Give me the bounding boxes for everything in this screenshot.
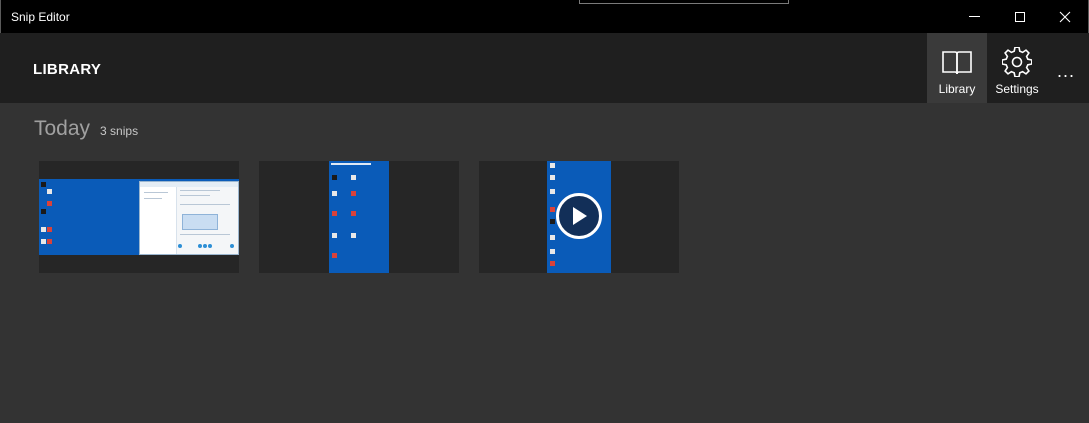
chat-window-preview — [139, 181, 239, 255]
close-button[interactable] — [1042, 0, 1087, 33]
maximize-icon — [1014, 11, 1025, 22]
more-icon: ... — [1056, 60, 1075, 81]
play-icon — [573, 207, 587, 225]
title-bar: Snip Editor — [0, 0, 1089, 33]
minimize-button[interactable] — [952, 0, 997, 33]
section-header: Today 3 snips — [34, 117, 138, 141]
play-button[interactable] — [556, 193, 602, 239]
minimize-icon — [969, 16, 980, 17]
nav-settings-button[interactable]: Settings — [987, 33, 1047, 103]
close-icon — [1059, 11, 1070, 22]
app-header: LIBRARY Library Settings ... — [0, 33, 1089, 103]
nav-library-label: Library — [938, 82, 976, 96]
window-title: Snip Editor — [11, 10, 70, 24]
gear-icon — [1002, 46, 1032, 78]
desktop-preview — [39, 179, 239, 255]
nav-library-button[interactable]: Library — [927, 33, 987, 103]
maximize-button[interactable] — [997, 0, 1042, 33]
snip-count: 3 snips — [100, 124, 139, 138]
section-title: Today — [34, 117, 91, 140]
snip-thumbnail-1[interactable] — [39, 161, 239, 273]
nav-settings-label: Settings — [995, 82, 1039, 96]
page-title: LIBRARY — [33, 61, 102, 78]
more-options-button[interactable]: ... — [1051, 57, 1081, 85]
drag-handle[interactable] — [579, 0, 789, 4]
snip-thumbnail-2[interactable] — [259, 161, 459, 273]
book-icon — [941, 46, 973, 78]
desktop-preview — [329, 161, 389, 273]
